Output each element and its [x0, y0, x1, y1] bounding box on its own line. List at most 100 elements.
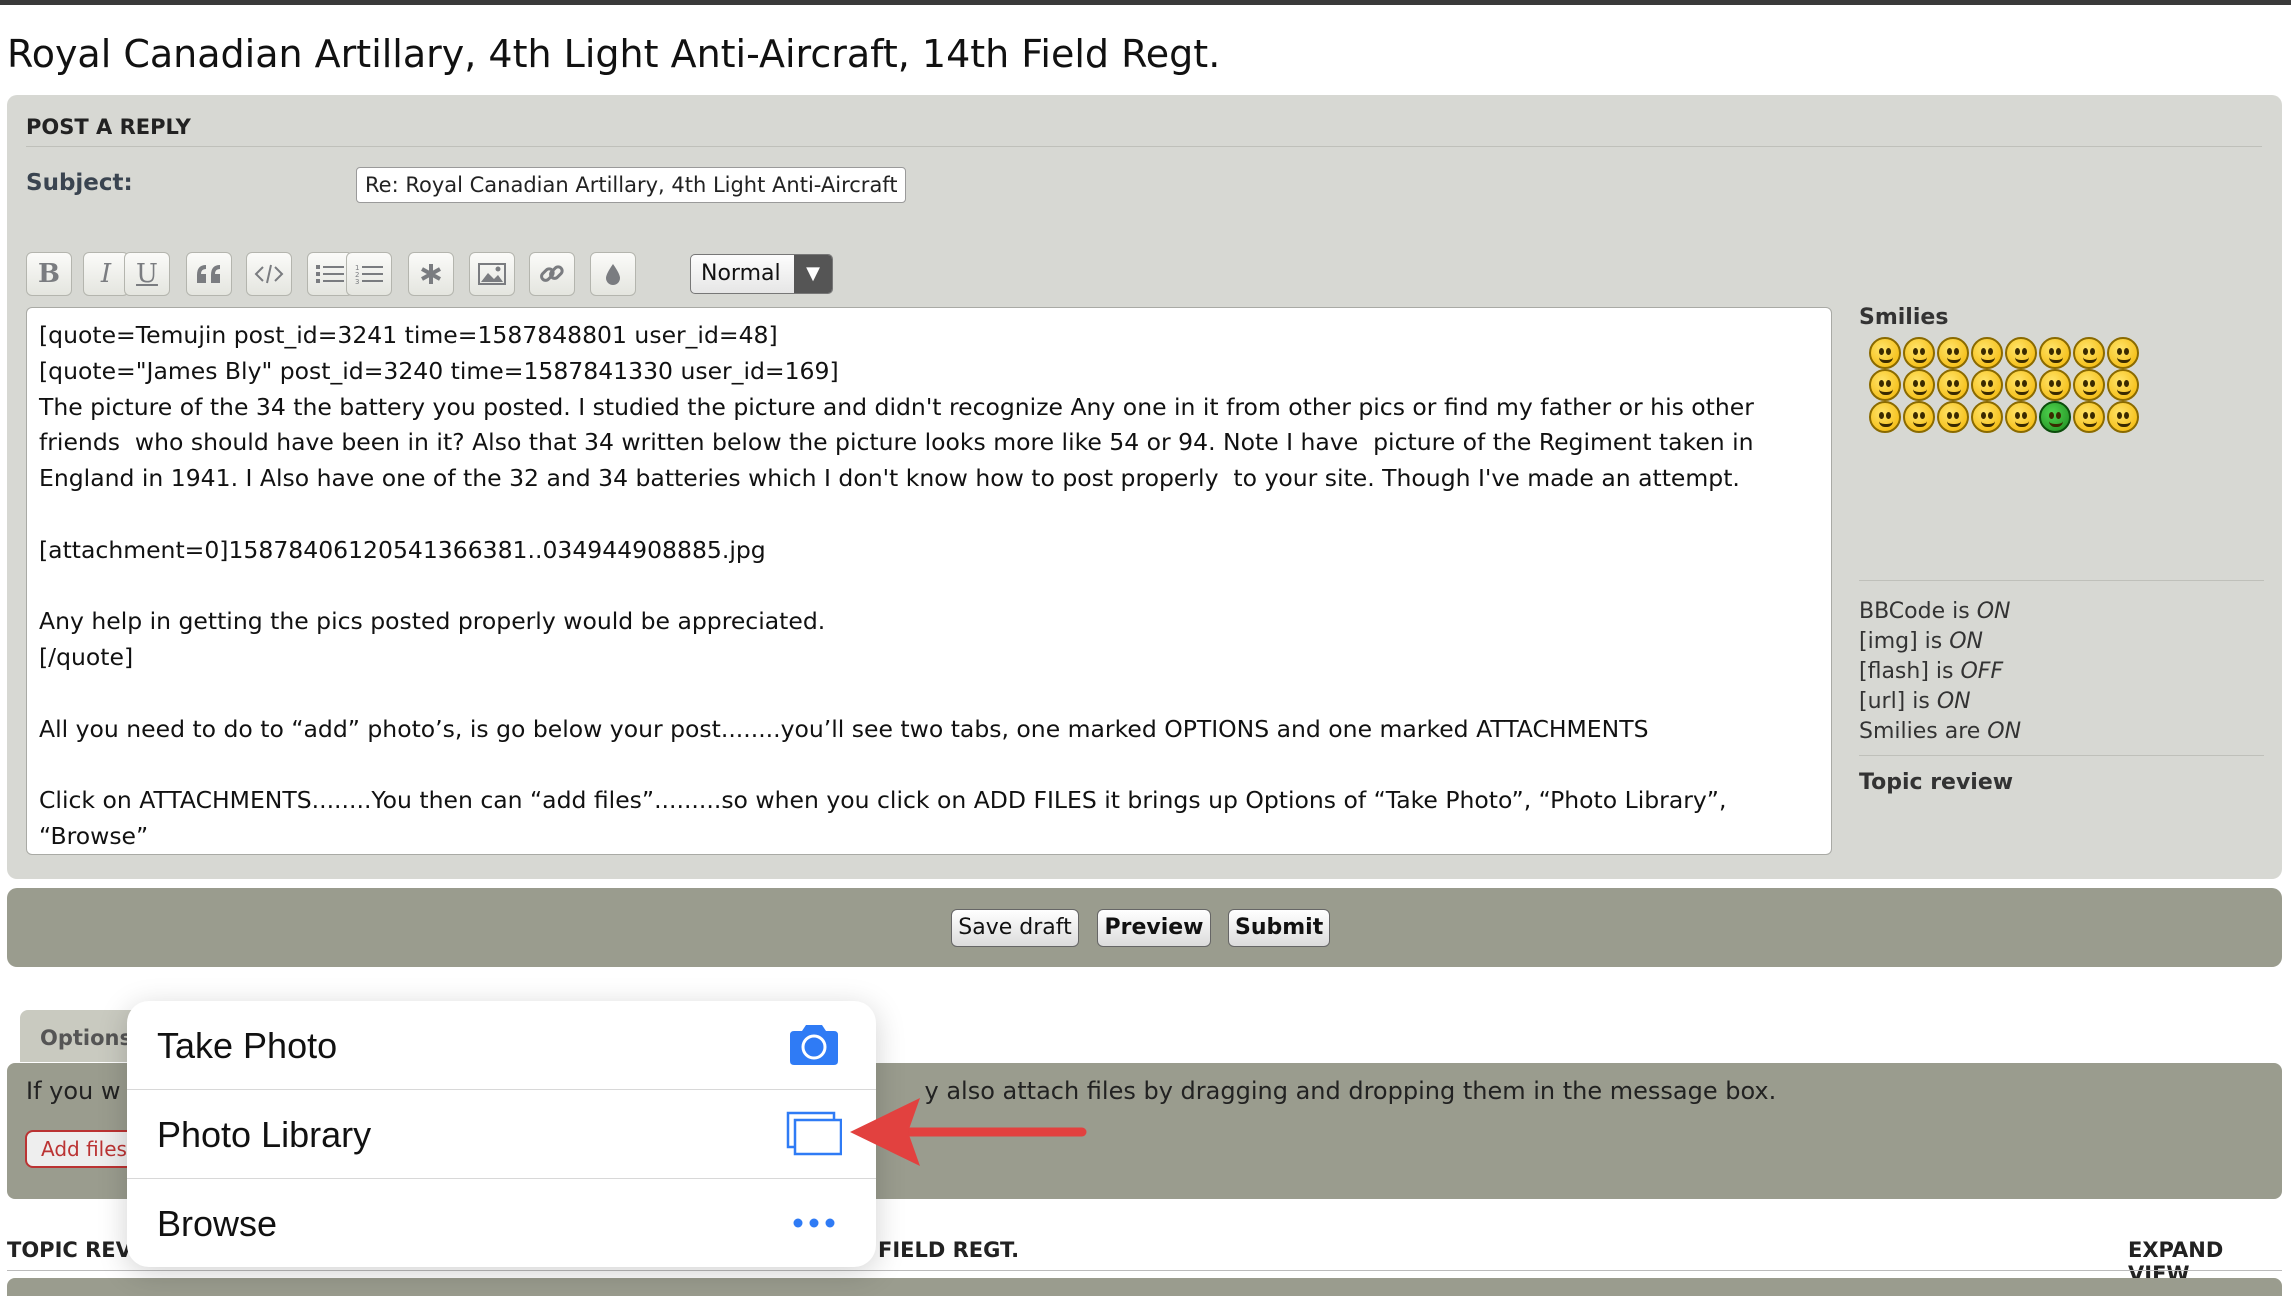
smiley-icon[interactable]	[2005, 337, 2037, 369]
smiley-icon[interactable]	[1971, 337, 2003, 369]
message-line: friends who should have been in it? Also…	[39, 428, 1754, 457]
link-icon	[540, 265, 564, 282]
camera-icon	[790, 1025, 838, 1065]
save-draft-button[interactable]: Save draft	[951, 909, 1079, 947]
smiley-icon[interactable]	[2005, 401, 2037, 433]
quote-icon	[197, 265, 220, 283]
smiley-icon[interactable]	[1971, 369, 2003, 401]
smiley-icon[interactable]	[1937, 337, 1969, 369]
message-line: [quote=Temujin post_id=3241 time=1587848…	[39, 321, 778, 349]
take-photo-label: Take Photo	[157, 1025, 338, 1066]
smiley-icon[interactable]	[1869, 401, 1901, 433]
quote-button[interactable]	[186, 252, 232, 296]
smiley-icon[interactable]	[2039, 401, 2071, 433]
asterisk-icon	[421, 264, 441, 284]
smiley-icon[interactable]	[2073, 369, 2105, 401]
smiley-icon[interactable]	[1903, 337, 1935, 369]
file-source-popover: Take Photo Photo Library Browse	[127, 1001, 876, 1267]
flash-status-line: [flash] is OFF	[1859, 659, 2004, 684]
message-line: England in 1941. I Also have one of the …	[39, 464, 1740, 493]
img-status-line: [img] is ON	[1859, 629, 1984, 654]
link-button[interactable]	[529, 252, 575, 296]
smiley-icon[interactable]	[2005, 369, 2037, 401]
smiley-icon[interactable]	[1937, 369, 1969, 401]
color-button[interactable]	[590, 252, 636, 296]
italic-icon: I	[100, 259, 112, 289]
smiley-icon[interactable]	[2039, 337, 2071, 369]
editor-sidebar: Smilies BBCode is ON [img] is ON [flash]…	[1859, 305, 2269, 795]
top-border	[0, 0, 2291, 5]
italic-button[interactable]: I	[83, 252, 129, 296]
review-panel	[7, 1278, 2282, 1296]
smiley-icon[interactable]	[1869, 369, 1901, 401]
preview-button[interactable]: Preview	[1097, 909, 1211, 947]
take-photo-option[interactable]: Take Photo	[127, 1001, 876, 1090]
topic-review-title-end: FIELD REGT.	[878, 1238, 1020, 1262]
submit-bar: Save draft Preview Submit	[7, 888, 2282, 967]
browse-label: Browse	[157, 1203, 278, 1244]
bullet-list-icon	[316, 265, 344, 283]
photo-library-icon	[786, 1111, 842, 1156]
smilies-title: Smilies	[1859, 305, 1949, 330]
post-reply-panel: POST A REPLY Subject: B I U 123	[7, 95, 2282, 879]
color-icon	[606, 264, 620, 285]
smiley-icon[interactable]	[2073, 337, 2105, 369]
subject-input[interactable]	[356, 167, 906, 203]
message-line: [/quote]	[39, 643, 134, 672]
smiley-icon[interactable]	[2107, 401, 2139, 433]
red-arrow-annotation	[850, 1098, 1087, 1166]
font-size-select[interactable]: Normal ▼	[690, 254, 833, 294]
message-line	[39, 748, 1827, 784]
message-line: Click on ATTACHMENTS........You then can…	[39, 786, 1727, 815]
smiley-icon[interactable]	[2039, 369, 2071, 401]
image-icon	[478, 263, 506, 285]
topic-review-heading: TOPIC REVI	[7, 1238, 140, 1262]
message-line: [quote="James Bly" post_id=3240 time=158…	[39, 356, 839, 385]
image-button[interactable]	[469, 252, 515, 296]
message-line: [attachment=0]15878406120541366381..0349…	[39, 535, 766, 564]
svg-text:3: 3	[355, 278, 359, 285]
submit-button[interactable]: Submit	[1228, 909, 1330, 947]
subject-label: Subject:	[26, 170, 133, 196]
numbered-list-button[interactable]: 123	[346, 252, 392, 296]
heading-divider	[26, 146, 2262, 147]
smiley-icon[interactable]	[1903, 369, 1935, 401]
smiley-icon[interactable]	[2107, 369, 2139, 401]
bold-button[interactable]: B	[26, 252, 72, 296]
message-line: “Browse”	[39, 822, 149, 851]
bbcode-status: BBCode is ON [img] is ON [flash] is OFF …	[1859, 597, 2021, 747]
smiley-icon[interactable]	[1971, 401, 2003, 433]
message-line: Any help in getting the pics posted prop…	[39, 607, 826, 636]
numbered-list-icon: 123	[355, 264, 383, 285]
add-files-button[interactable]: Add files	[25, 1130, 135, 1168]
message-line: The picture of the 34 the battery you po…	[39, 392, 1754, 421]
smiley-icon[interactable]	[1869, 337, 1901, 369]
font-size-value: Normal	[701, 261, 781, 286]
photo-library-option[interactable]: Photo Library	[127, 1090, 876, 1179]
smilies-status-line: Smilies are ON	[1859, 719, 2022, 744]
post-reply-heading: POST A REPLY	[26, 115, 191, 139]
message-textarea[interactable]: [quote=Temujin post_id=3241 time=1587848…	[26, 307, 1832, 855]
photo-library-label: Photo Library	[157, 1114, 372, 1155]
smiley-icon[interactable]	[1937, 401, 1969, 433]
browse-option[interactable]: Browse	[127, 1179, 876, 1267]
smiley-icon[interactable]	[1903, 401, 1935, 433]
message-line	[39, 497, 1827, 533]
topic-review-link[interactable]: Topic review	[1859, 770, 2013, 795]
review-divider	[7, 1270, 2282, 1271]
sidebar-divider-2	[1859, 755, 2264, 756]
underline-button[interactable]: U	[124, 252, 170, 296]
url-status-line: [url] is ON	[1859, 689, 1971, 714]
sidebar-divider	[1859, 580, 2264, 581]
more-dots-icon	[793, 1218, 835, 1228]
smiley-icon[interactable]	[2073, 401, 2105, 433]
code-button[interactable]	[246, 252, 292, 296]
bold-icon: B	[38, 259, 60, 289]
underline-icon: U	[136, 259, 158, 289]
list-item-button[interactable]	[408, 252, 454, 296]
page-title: Royal Canadian Artillary, 4th Light Anti…	[7, 32, 1221, 76]
smiley-icon[interactable]	[2107, 337, 2139, 369]
dropdown-arrow-icon: ▼	[794, 255, 832, 293]
tab-options[interactable]: Options	[20, 1010, 140, 1062]
message-line: All you need to do to “add” photo’s, is …	[39, 714, 1649, 743]
